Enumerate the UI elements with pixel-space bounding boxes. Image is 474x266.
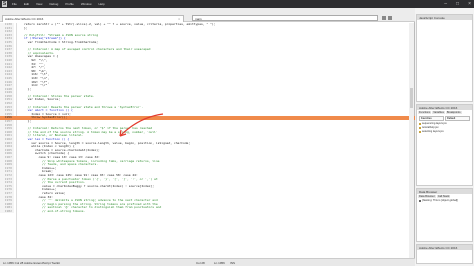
object-model-panel: Adobe After Effects CC 2016 [416, 244, 473, 264]
menu-file[interactable]: File [12, 2, 17, 6]
panel-filter-row: Favorites Default [417, 115, 472, 122]
maximize-icon[interactable]: □ [456, 1, 459, 7]
script-icon [419, 127, 421, 129]
functions-panel: Adobe After Effects CC 2016 Functions Va… [416, 104, 473, 186]
find-previous-icon[interactable] [382, 16, 386, 20]
menu-edit[interactable]: Edit [24, 2, 29, 6]
close-icon[interactable]: × [468, 1, 471, 7]
tab-functions[interactable]: Functions [418, 111, 432, 114]
favorites-select[interactable]: Favorites [419, 116, 444, 121]
editor-pane: Adobe After Effects CC 2016 × main 1930 r… [0, 8, 415, 258]
menu-bar: File Edit View Debug Profile Window Help [12, 0, 105, 8]
scrollbar-thumb[interactable] [410, 88, 413, 108]
menu-window[interactable]: Window [81, 2, 92, 6]
find-buttons [382, 16, 392, 20]
status-line: Ln 1956 [214, 261, 225, 265]
vertical-scrollbar[interactable] [409, 23, 414, 258]
expand-checkbox[interactable] [419, 200, 421, 202]
find-input[interactable]: main [192, 15, 378, 21]
title-bar: S File Edit View Debug Profile Window He… [0, 0, 474, 8]
default-select[interactable]: Default [445, 116, 470, 121]
tab-close-icon[interactable]: × [178, 17, 180, 21]
script-icon [419, 123, 421, 125]
data-browser-panel: Data Browser Data Browser Call Stack [Ne… [416, 188, 473, 242]
minimize-icon[interactable]: – [444, 1, 447, 7]
list-item[interactable]: [Nesting: This is [object global]] [417, 199, 472, 203]
side-panels: JavaScript Console Adobe After Effects C… [415, 8, 474, 266]
estk-app-icon[interactable]: S [2, 1, 7, 7]
code-area[interactable]: 1930 return zeroStr + ("" + tStr).slice(-… [0, 22, 415, 258]
menu-debug[interactable]: Debug [49, 2, 58, 6]
code-text: // end-of-string tokens. [24, 208, 86, 213]
javascript-console-panel: JavaScript Console [416, 14, 473, 102]
list-item-label: [Nesting: This is [object global]] [422, 199, 458, 202]
tab-call-stack[interactable]: Call Stack [436, 195, 451, 198]
panel-title: JavaScript Console [417, 15, 472, 20]
list-item[interactable]: selecting layers.jsx [417, 130, 472, 134]
list-item-label: selecting layers.jsx [422, 130, 444, 133]
status-insert-mode: INS [230, 261, 236, 265]
status-left: Ln 1956 Col 28 Adobe ExtendScript Toolki… [3, 261, 60, 265]
script-icon [419, 131, 421, 133]
document-tab[interactable]: Adobe After Effects CC 2016 × [2, 15, 184, 22]
status-bar: Ln 1956 Col 28 Adobe ExtendScript Toolki… [0, 258, 415, 266]
menu-view[interactable]: View [36, 2, 42, 6]
menu-help[interactable]: Help [99, 2, 105, 6]
line-number: 1982 [0, 209, 14, 214]
window-controls: – □ × [444, 1, 471, 7]
find-next-icon[interactable] [388, 16, 392, 20]
annotation-arrow [119, 113, 164, 137]
menu-profile[interactable]: Profile [65, 2, 74, 6]
status-column: Col 28 [196, 261, 205, 265]
code-line[interactable]: 1982 // end-of-string tokens. [0, 208, 415, 214]
document-tab-label: Adobe After Effects CC 2016 [5, 17, 44, 21]
document-tab-bar: Adobe After Effects CC 2016 × main [0, 8, 415, 22]
tab-breakpoints[interactable]: Breakpoints [445, 111, 462, 114]
panel-title: Adobe After Effects CC 2016 [417, 245, 472, 250]
tab-data-browser[interactable]: Data Browser [418, 195, 436, 198]
tab-variables[interactable]: Variables [432, 111, 445, 114]
